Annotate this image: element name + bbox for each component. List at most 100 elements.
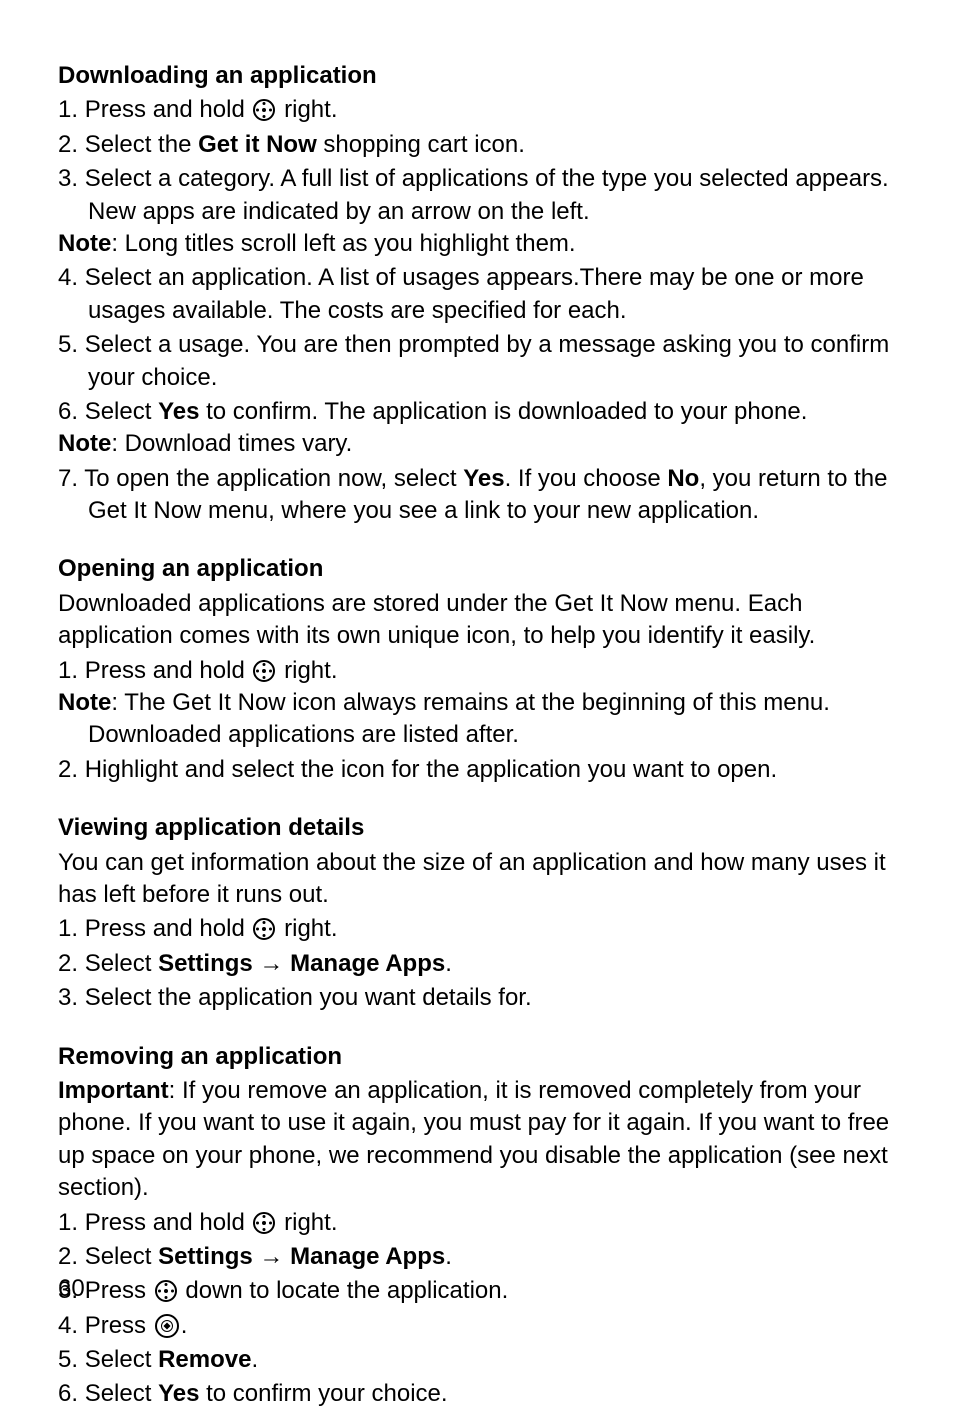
step-item: 2. Select Settings → Manage Apps. <box>58 1241 904 1273</box>
text: . <box>445 1243 452 1270</box>
navigation-key-icon <box>253 660 275 682</box>
step-item: 7. To open the application now, select Y… <box>58 463 904 528</box>
page-number: 60 <box>58 1273 85 1305</box>
step-number: 7. <box>58 465 84 492</box>
bold-text: Manage Apps <box>290 1243 445 1270</box>
text: right. <box>277 96 337 123</box>
text: Press and hold <box>85 657 252 684</box>
text: . <box>181 1312 188 1339</box>
text: . <box>251 1346 258 1373</box>
section: Viewing application detailsYou can get i… <box>58 812 904 1014</box>
step-number: 4. <box>58 264 85 291</box>
step-number: 2. <box>58 131 85 158</box>
text: Select a usage. You are then prompted by… <box>85 331 890 390</box>
step-line: 3. Select a category. A full list of app… <box>88 163 904 228</box>
section-intro: Downloaded applications are stored under… <box>58 588 904 653</box>
step-number: 3. <box>58 165 85 192</box>
bold-text: Settings <box>158 1243 253 1270</box>
text: Select the <box>85 131 198 158</box>
step-item: 6. Select Yes to confirm. The applicatio… <box>58 396 904 461</box>
text: Select <box>85 1243 158 1270</box>
text: : Long titles scroll left as you highlig… <box>111 230 575 257</box>
step-item: 5. Select Remove. <box>58 1344 904 1376</box>
step-number: 2. <box>58 756 85 783</box>
step-item: 2. Select Settings → Manage Apps. <box>58 948 904 980</box>
step-line: Note: The Get It Now icon always remains… <box>88 687 904 752</box>
step-number: 1. <box>58 1209 85 1236</box>
step-item: 1. Press and hold right. <box>58 94 904 126</box>
step-number: 1. <box>58 657 85 684</box>
text: Press and hold <box>85 1209 252 1236</box>
section-heading: Viewing application details <box>58 812 904 844</box>
step-line: Note: Download times vary. <box>88 428 904 460</box>
step-number: 5. <box>58 1346 85 1373</box>
arrow-icon: → <box>259 950 283 977</box>
bold-text: Note <box>58 430 111 457</box>
step-list: 1. Press and hold right. 2. Select Settin… <box>58 1207 904 1411</box>
step-line: Note: Long titles scroll left as you hig… <box>88 228 904 260</box>
bold-text: Note <box>58 230 111 257</box>
step-number: 6. <box>58 1380 85 1407</box>
text: to confirm. The application is downloade… <box>199 398 807 425</box>
text: Select an application. A list of usages … <box>85 264 864 323</box>
section-heading: Opening an application <box>58 553 904 585</box>
text: : If you remove an application, it is re… <box>58 1077 889 1201</box>
ok-key-icon <box>155 1314 179 1338</box>
bold-text: Yes <box>463 465 504 492</box>
step-number: 1. <box>58 96 85 123</box>
section: Removing an applicationImportant: If you… <box>58 1041 904 1411</box>
step-number: 2. <box>58 950 85 977</box>
step-item: 6. Select Yes to confirm your choice. <box>58 1378 904 1410</box>
text: shopping cart icon. <box>317 131 525 158</box>
step-number: 5. <box>58 331 85 358</box>
step-item: 2. Highlight and select the icon for the… <box>58 754 904 786</box>
text: To open the application now, select <box>84 465 463 492</box>
section: Opening an applicationDownloaded applica… <box>58 553 904 786</box>
bold-text: Important <box>58 1077 169 1104</box>
text: down to locate the application. <box>179 1277 509 1304</box>
step-number: 2. <box>58 1243 85 1270</box>
text: right. <box>277 915 337 942</box>
text: Press and hold <box>85 96 252 123</box>
bold-text: No <box>667 465 699 492</box>
bold-text: Settings <box>158 950 253 977</box>
navigation-key-icon <box>253 1212 275 1234</box>
text: Select <box>85 1346 158 1373</box>
step-item: 3. Select a category. A full list of app… <box>58 163 904 260</box>
step-line: 1. Press and hold right. <box>88 655 904 687</box>
section: Downloading an application1. Press and h… <box>58 60 904 527</box>
section-intro: You can get information about the size o… <box>58 847 904 912</box>
step-number: 4. <box>58 1312 85 1339</box>
step-item: 4. Press . <box>58 1310 904 1342</box>
bold-text: Note <box>58 689 111 716</box>
step-list: 1. Press and hold right.2. Select the Ge… <box>58 94 904 527</box>
bold-text: Get it Now <box>198 131 317 158</box>
arrow-icon: → <box>259 1243 283 1270</box>
step-list: 1. Press and hold right.2. Select Settin… <box>58 913 904 1014</box>
text: . If you choose <box>505 465 668 492</box>
step-number: 3. <box>58 984 85 1011</box>
step-item: 3. Press down to locate the application. <box>58 1275 904 1307</box>
text: : Download times vary. <box>111 430 352 457</box>
section-heading: Downloading an application <box>58 60 904 92</box>
text: Select <box>85 398 158 425</box>
step-item: 2. Select the Get it Now shopping cart i… <box>58 129 904 161</box>
text: right. <box>277 1209 337 1236</box>
navigation-key-icon <box>253 918 275 940</box>
step-line: 6. Select Yes to confirm. The applicatio… <box>88 396 904 428</box>
bold-text: Remove <box>158 1346 251 1373</box>
step-item: 1. Press and hold right. <box>58 913 904 945</box>
text: Press and hold <box>85 915 252 942</box>
navigation-key-icon <box>253 99 275 121</box>
text: Press <box>85 1277 153 1304</box>
step-item: 4. Select an application. A list of usag… <box>58 262 904 327</box>
text: . <box>445 950 452 977</box>
text: Select <box>85 1380 158 1407</box>
text: to confirm your choice. <box>199 1380 447 1407</box>
text: Select <box>85 950 158 977</box>
section-intro: Important: If you remove an application,… <box>58 1075 904 1205</box>
text: right. <box>277 657 337 684</box>
text: : The Get It Now icon always remains at … <box>88 689 830 748</box>
section-heading: Removing an application <box>58 1041 904 1073</box>
document-page: Downloading an application1. Press and h… <box>58 60 904 1411</box>
